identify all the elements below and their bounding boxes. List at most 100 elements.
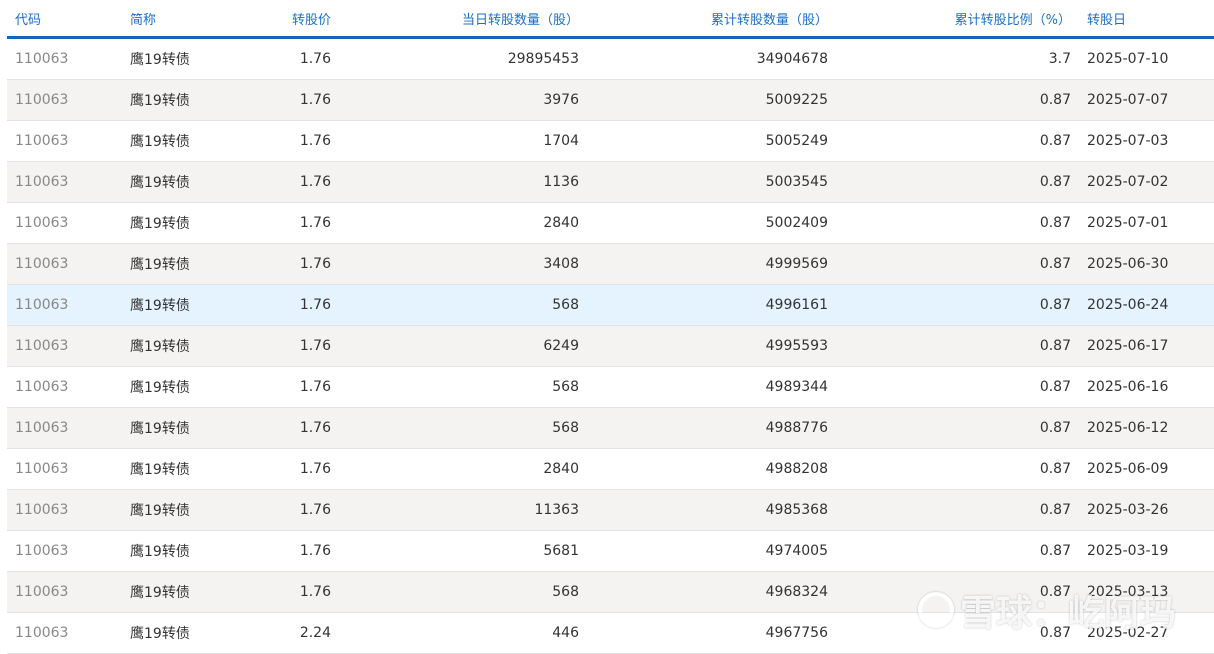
cell-daily: 1136 [339, 161, 587, 203]
cell-daily: 29895453 [339, 37, 587, 80]
cell-name: 鹰19转债 [122, 37, 242, 80]
table-row[interactable]: 110063 鹰19转债 1.76 29895453 34904678 3.7 2025-0… [7, 37, 1214, 80]
table-header: 代码 简称 转股价 当日转股数量（股） 累计转股数量（股） 累计转股比例（%） … [7, 0, 1214, 39]
table-row[interactable]: 110063 鹰19转债 1.76 6249 4995593 0.87 2025-06-17 [7, 325, 1214, 367]
cell-price: 1.76 [242, 120, 339, 162]
cell-price: 1.76 [242, 243, 339, 285]
cell-name: 鹰19转债 [122, 530, 242, 572]
cell-price: 1.76 [242, 37, 339, 80]
cell-cumulative: 4989344 [587, 366, 836, 408]
table-row[interactable]: 110063 鹰19转债 1.76 568 4996161 0.87 2025-06-24 [7, 284, 1214, 326]
cell-cumulative: 4985368 [587, 489, 836, 531]
cell-daily: 568 [339, 366, 587, 408]
col-ratio[interactable]: 累计转股比例（%） [836, 0, 1079, 39]
cell-date: 2025-06-09 [1079, 448, 1214, 490]
cell-name: 鹰19转债 [122, 407, 242, 449]
cell-code: 110063 [7, 489, 122, 531]
table-row[interactable]: 110063 鹰19转债 1.76 2840 5002409 0.87 2025-07-01 [7, 202, 1214, 244]
cell-name: 鹰19转债 [122, 571, 242, 613]
cell-daily: 3976 [339, 79, 587, 121]
cell-ratio: 0.87 [836, 366, 1079, 408]
conversion-table: 代码 简称 转股价 当日转股数量（股） 累计转股数量（股） 累计转股比例（%） … [7, 0, 1214, 654]
cell-price: 1.76 [242, 489, 339, 531]
cell-code: 110063 [7, 325, 122, 367]
col-code[interactable]: 代码 [7, 0, 122, 39]
cell-price: 1.76 [242, 366, 339, 408]
col-name[interactable]: 简称 [122, 0, 242, 39]
table-row[interactable]: 110063 鹰19转债 1.76 568 4988776 0.87 2025-06-12 [7, 407, 1214, 449]
cell-date: 2025-03-19 [1079, 530, 1214, 572]
table-row[interactable]: 110063 鹰19转债 1.76 3408 4999569 0.87 2025-06-30 [7, 243, 1214, 285]
cell-date: 2025-03-13 [1079, 571, 1214, 613]
cell-cumulative: 5009225 [587, 79, 836, 121]
cell-daily: 6249 [339, 325, 587, 367]
cell-name: 鹰19转债 [122, 79, 242, 121]
cell-ratio: 0.87 [836, 489, 1079, 531]
table-row[interactable]: 110063 鹰19转债 1.76 568 4968324 0.87 2025-03-13 [7, 571, 1214, 613]
cell-daily: 2840 [339, 448, 587, 490]
cell-code: 110063 [7, 120, 122, 162]
table-row[interactable]: 110063 鹰19转债 1.76 1704 5005249 0.87 2025-07-03 [7, 120, 1214, 162]
cell-name: 鹰19转债 [122, 202, 242, 244]
cell-code: 110063 [7, 243, 122, 285]
cell-daily: 3408 [339, 243, 587, 285]
table-row[interactable]: 110063 鹰19转债 2.24 446 4967756 0.87 2025-02-27 [7, 612, 1214, 654]
table-row[interactable]: 110063 鹰19转债 1.76 3976 5009225 0.87 2025-07-07 [7, 79, 1214, 121]
cell-code: 110063 [7, 366, 122, 408]
cell-cumulative: 4999569 [587, 243, 836, 285]
table-row[interactable]: 110063 鹰19转债 1.76 11363 4985368 0.87 2025-03-2… [7, 489, 1214, 531]
col-cumulative[interactable]: 累计转股数量（股） [587, 0, 836, 39]
cell-code: 110063 [7, 202, 122, 244]
cell-code: 110063 [7, 571, 122, 613]
cell-cumulative: 34904678 [587, 37, 836, 80]
col-daily[interactable]: 当日转股数量（股） [339, 0, 587, 39]
cell-price: 1.76 [242, 448, 339, 490]
cell-date: 2025-07-01 [1079, 202, 1214, 244]
cell-price: 1.76 [242, 79, 339, 121]
table-row[interactable]: 110063 鹰19转债 1.76 1136 5003545 0.87 2025-07-02 [7, 161, 1214, 203]
cell-daily: 568 [339, 571, 587, 613]
cell-name: 鹰19转债 [122, 612, 242, 654]
cell-code: 110063 [7, 612, 122, 654]
cell-ratio: 0.87 [836, 284, 1079, 326]
cell-ratio: 0.87 [836, 612, 1079, 654]
cell-code: 110063 [7, 407, 122, 449]
cell-ratio: 0.87 [836, 202, 1079, 244]
cell-date: 2025-06-17 [1079, 325, 1214, 367]
cell-date: 2025-07-03 [1079, 120, 1214, 162]
cell-price: 1.76 [242, 325, 339, 367]
cell-cumulative: 4988776 [587, 407, 836, 449]
cell-name: 鹰19转债 [122, 120, 242, 162]
table-row[interactable]: 110063 鹰19转债 1.76 2840 4988208 0.87 2025-06-09 [7, 448, 1214, 490]
cell-code: 110063 [7, 161, 122, 203]
cell-ratio: 0.87 [836, 571, 1079, 613]
cell-date: 2025-07-10 [1079, 37, 1214, 80]
table-row[interactable]: 110063 鹰19转债 1.76 5681 4974005 0.87 2025-03-19 [7, 530, 1214, 572]
cell-name: 鹰19转债 [122, 243, 242, 285]
cell-name: 鹰19转债 [122, 366, 242, 408]
cell-name: 鹰19转债 [122, 284, 242, 326]
cell-price: 1.76 [242, 407, 339, 449]
cell-price: 1.76 [242, 202, 339, 244]
cell-date: 2025-07-07 [1079, 79, 1214, 121]
cell-date: 2025-06-16 [1079, 366, 1214, 408]
cell-price: 2.24 [242, 612, 339, 654]
cell-name: 鹰19转债 [122, 325, 242, 367]
cell-code: 110063 [7, 530, 122, 572]
cell-daily: 1704 [339, 120, 587, 162]
cell-cumulative: 4995593 [587, 325, 836, 367]
cell-code: 110063 [7, 37, 122, 80]
table-row[interactable]: 110063 鹰19转债 1.76 568 4989344 0.87 2025-06-16 [7, 366, 1214, 408]
cell-date: 2025-02-27 [1079, 612, 1214, 654]
col-price[interactable]: 转股价 [242, 0, 339, 39]
cell-cumulative: 4974005 [587, 530, 836, 572]
cell-date: 2025-06-30 [1079, 243, 1214, 285]
col-date[interactable]: 转股日 [1079, 0, 1214, 39]
cell-cumulative: 4988208 [587, 448, 836, 490]
cell-ratio: 3.7 [836, 37, 1079, 80]
cell-name: 鹰19转债 [122, 161, 242, 203]
cell-price: 1.76 [242, 161, 339, 203]
cell-ratio: 0.87 [836, 530, 1079, 572]
cell-cumulative: 4968324 [587, 571, 836, 613]
cell-daily: 568 [339, 407, 587, 449]
